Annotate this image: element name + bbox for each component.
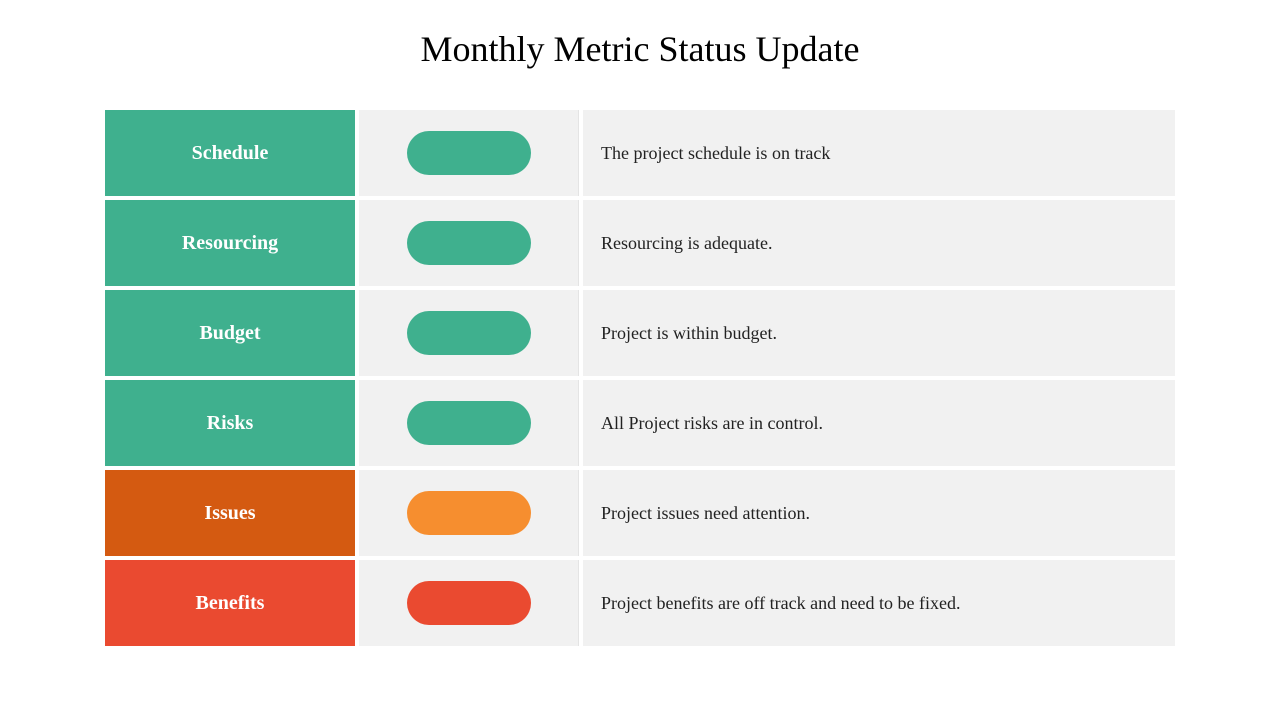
metric-pill-cell	[359, 200, 579, 286]
metric-label-issues: Issues	[105, 470, 355, 556]
metric-row-issues: Issues Project issues need attention.	[105, 470, 1175, 556]
metric-label-schedule: Schedule	[105, 110, 355, 196]
metric-label-risks: Risks	[105, 380, 355, 466]
metric-label-benefits: Benefits	[105, 560, 355, 646]
metric-label-resourcing: Resourcing	[105, 200, 355, 286]
metric-pill-cell	[359, 380, 579, 466]
metric-pill-cell	[359, 290, 579, 376]
status-pill-budget	[407, 311, 531, 355]
metric-pill-cell	[359, 560, 579, 646]
status-pill-issues	[407, 491, 531, 535]
metric-desc-budget: Project is within budget.	[583, 290, 1175, 376]
metric-desc-resourcing: Resourcing is adequate.	[583, 200, 1175, 286]
metric-desc-benefits: Project benefits are off track and need …	[583, 560, 1175, 646]
metric-row-risks: Risks All Project risks are in control.	[105, 380, 1175, 466]
status-pill-risks	[407, 401, 531, 445]
metric-desc-issues: Project issues need attention.	[583, 470, 1175, 556]
metric-pill-cell	[359, 470, 579, 556]
status-pill-benefits	[407, 581, 531, 625]
status-pill-resourcing	[407, 221, 531, 265]
metric-row-schedule: Schedule The project schedule is on trac…	[105, 110, 1175, 196]
metric-row-benefits: Benefits Project benefits are off track …	[105, 560, 1175, 646]
metric-label-budget: Budget	[105, 290, 355, 376]
metric-row-budget: Budget Project is within budget.	[105, 290, 1175, 376]
metric-table: Schedule The project schedule is on trac…	[105, 110, 1175, 646]
page-title: Monthly Metric Status Update	[0, 0, 1280, 110]
status-pill-schedule	[407, 131, 531, 175]
metric-desc-schedule: The project schedule is on track	[583, 110, 1175, 196]
metric-pill-cell	[359, 110, 579, 196]
metric-desc-risks: All Project risks are in control.	[583, 380, 1175, 466]
metric-row-resourcing: Resourcing Resourcing is adequate.	[105, 200, 1175, 286]
